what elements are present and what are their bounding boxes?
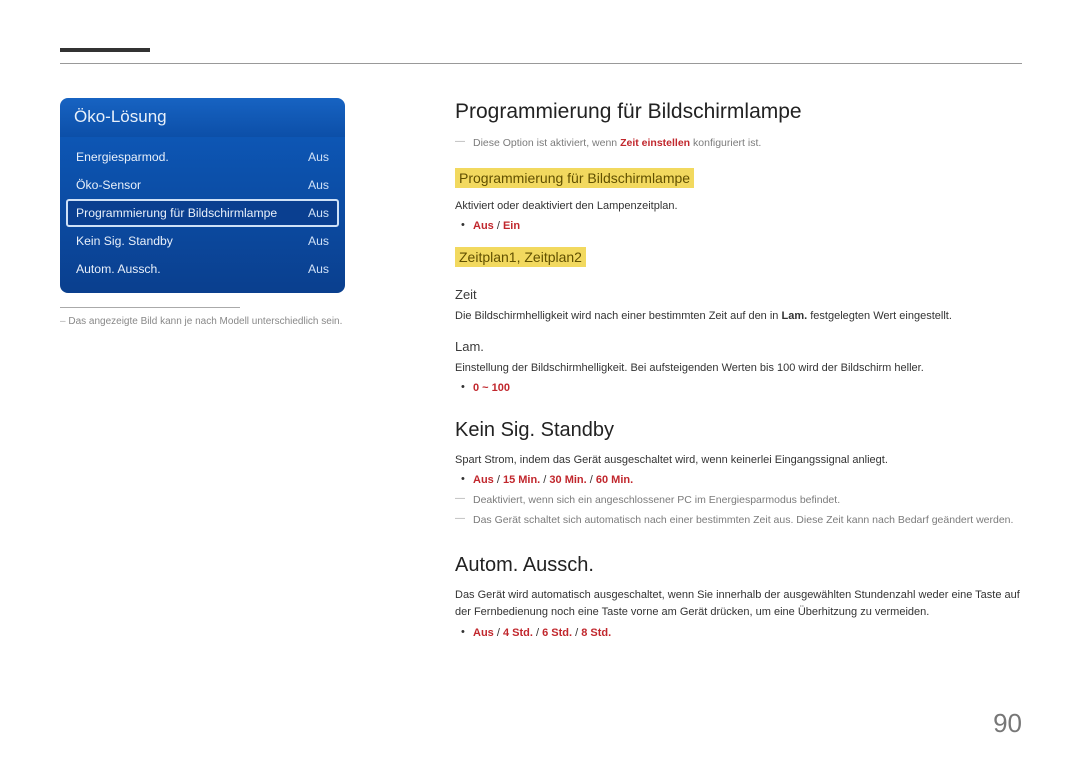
menu-row-bildschirmlampe[interactable]: Programmierung für Bildschirmlampe Aus xyxy=(66,199,339,227)
menu-row-label: Autom. Aussch. xyxy=(76,262,161,276)
menu-row-value: Aus xyxy=(308,178,329,192)
menu-row-label: Programmierung für Bildschirmlampe xyxy=(76,206,277,220)
sec3-options: Aus / 15 Min. / 30 Min. / 60 Min. xyxy=(455,473,1020,487)
menu-row-kein-sig-standby[interactable]: Kein Sig. Standby Aus xyxy=(66,227,339,255)
top-thick-rule xyxy=(60,48,150,52)
sub-zeit-desc: Die Bildschirmhelligkeit wird nach einer… xyxy=(455,308,1020,325)
sec3-notes: Deaktiviert, wenn sich ein angeschlossen… xyxy=(455,491,1020,531)
heading-kein-sig-standby: Kein Sig. Standby xyxy=(455,419,1020,442)
sub-zeit: Zeit xyxy=(455,287,1020,302)
menu-row-energiesparmod[interactable]: Energiesparmod. Aus xyxy=(66,143,339,171)
menu-row-value: Aus xyxy=(308,206,329,220)
sec4-options: Aus / 4 Std. / 6 Std. / 8 Std. xyxy=(455,626,1020,640)
intro-note-list: Diese Option ist aktiviert, wenn Zeit ei… xyxy=(455,134,1020,154)
opt: 6 Std. xyxy=(542,627,572,639)
intro-note-pre: Diese Option ist aktiviert, wenn xyxy=(473,137,620,149)
opt: 4 Std. xyxy=(503,627,533,639)
highlight-bildschirmlampe: Programmierung für Bildschirmlampe xyxy=(455,168,694,188)
opt: Aus xyxy=(473,627,494,639)
intro-note-bold: Zeit einstellen xyxy=(620,137,690,149)
menu-body: Energiesparmod. Aus Öko-Sensor Aus Progr… xyxy=(60,137,345,293)
menu-row-label: Öko-Sensor xyxy=(76,178,141,192)
menu-row-value: Aus xyxy=(308,150,329,164)
menu-title: Öko-Lösung xyxy=(60,98,345,137)
right-column: Programmierung für Bildschirmlampe Diese… xyxy=(395,98,1020,644)
page: Öko-Lösung Energiesparmod. Aus Öko-Senso… xyxy=(0,0,1080,763)
menu-row-label: Kein Sig. Standby xyxy=(76,234,173,248)
sub-zeit-desc-post: festgelegten Wert eingestellt. xyxy=(807,310,952,322)
sec4-option: Aus / 4 Std. / 6 Std. / 8 Std. xyxy=(473,626,1020,640)
page-number: 90 xyxy=(993,708,1022,739)
left-divider xyxy=(60,307,240,308)
sec3-desc: Spart Strom, indem das Gerät ausgeschalt… xyxy=(455,452,1020,469)
sub-lam-options: 0 ~ 100 xyxy=(455,381,1020,395)
sec1-option: Aus / Ein xyxy=(473,219,1020,233)
sub-zeit-desc-bold: Lam. xyxy=(781,310,807,322)
sec3-note: Das Gerät schaltet sich automatisch nach… xyxy=(473,511,1020,531)
highlight-zeitplan: Zeitplan1, Zeitplan2 xyxy=(455,247,586,267)
opt: 30 Min. xyxy=(549,474,586,486)
left-column: Öko-Lösung Energiesparmod. Aus Öko-Senso… xyxy=(60,98,395,644)
opt-range: 0 ~ 100 xyxy=(473,382,510,394)
menu-row-label: Energiesparmod. xyxy=(76,150,169,164)
menu-caption: Das angezeigte Bild kann je nach Modell … xyxy=(60,314,395,329)
sub-lam-option: 0 ~ 100 xyxy=(473,381,1020,395)
sub-zeit-desc-pre: Die Bildschirmhelligkeit wird nach einer… xyxy=(455,310,781,322)
opt: Aus xyxy=(473,474,494,486)
sub-lam: Lam. xyxy=(455,339,1020,354)
sec1-options: Aus / Ein xyxy=(455,219,1020,233)
sec1-desc: Aktiviert oder deaktiviert den Lampenzei… xyxy=(455,198,1020,215)
menu-row-autom-aussch[interactable]: Autom. Aussch. Aus xyxy=(66,255,339,283)
intro-note: Diese Option ist aktiviert, wenn Zeit ei… xyxy=(473,134,1020,154)
opt-ein: Ein xyxy=(503,220,520,232)
menu-row-oeko-sensor[interactable]: Öko-Sensor Aus xyxy=(66,171,339,199)
top-rule xyxy=(60,63,1022,64)
sec4-desc: Das Gerät wird automatisch ausgeschaltet… xyxy=(455,587,1020,621)
opt: 15 Min. xyxy=(503,474,540,486)
intro-note-post: konfiguriert ist. xyxy=(690,137,761,149)
opt: 8 Std. xyxy=(581,627,611,639)
opt: 60 Min. xyxy=(596,474,633,486)
body: Öko-Lösung Energiesparmod. Aus Öko-Senso… xyxy=(60,38,1020,644)
menu-row-value: Aus xyxy=(308,262,329,276)
sec3-option: Aus / 15 Min. / 30 Min. / 60 Min. xyxy=(473,473,1020,487)
opt-aus: Aus xyxy=(473,220,494,232)
sec3-note: Deaktiviert, wenn sich ein angeschlossen… xyxy=(473,491,1020,511)
heading-bildschirmlampe: Programmierung für Bildschirmlampe xyxy=(455,100,1020,124)
menu-shell: Öko-Lösung Energiesparmod. Aus Öko-Senso… xyxy=(60,98,345,293)
menu-row-value: Aus xyxy=(308,234,329,248)
heading-autom-aussch: Autom. Aussch. xyxy=(455,554,1020,577)
sub-lam-desc: Einstellung der Bildschirmhelligkeit. Be… xyxy=(455,360,1020,377)
